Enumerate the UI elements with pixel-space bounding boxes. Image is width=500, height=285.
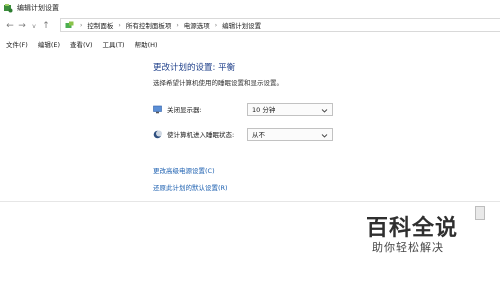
breadcrumb-all-items[interactable]: 所有控制面板项 <box>126 20 172 30</box>
sleep-value: 从不 <box>252 131 265 139</box>
sleep-label: 使计算机进入睡眠状态: <box>167 131 235 139</box>
watermark-subtitle: 助你轻松解决 <box>372 241 444 254</box>
power-options-icon <box>4 4 13 13</box>
control-panel-icon <box>65 21 74 28</box>
recent-dropdown-icon[interactable]: v <box>28 20 40 32</box>
menu-tools[interactable]: 工具(T) <box>103 39 125 49</box>
breadcrumb-edit-plan[interactable]: 编辑计划设置 <box>222 20 261 30</box>
display-off-value: 10 分钟 <box>252 106 276 114</box>
title-bar: 编辑计划设置 <box>0 0 500 16</box>
display-off-label: 关闭显示器: <box>167 106 202 114</box>
menu-view[interactable]: 查看(V) <box>70 39 93 49</box>
menu-bar: 文件(F) 编辑(E) 查看(V) 工具(T) 帮助(H) <box>0 38 500 50</box>
breadcrumb-control-panel[interactable]: 控制面板 <box>87 20 113 30</box>
setting-row-display: 关闭显示器: 10 分钟 <box>153 102 343 116</box>
navigation-bar: ← → v ↑ › 控制面板 › 所有控制面板项 › 电源选项 › 编辑计划设置 <box>0 17 500 35</box>
window-title: 编辑计划设置 <box>17 4 59 12</box>
menu-help[interactable]: 帮助(H) <box>135 39 158 49</box>
address-bar[interactable]: › 控制面板 › 所有控制面板项 › 电源选项 › 编辑计划设置 <box>60 18 500 32</box>
breadcrumb-separator-icon: › <box>176 21 179 29</box>
restore-defaults-link[interactable]: 还原此计划的默认设置(R) <box>153 182 228 192</box>
breadcrumb-separator-icon: › <box>118 21 121 29</box>
menu-file[interactable]: 文件(F) <box>6 39 28 49</box>
forward-arrow-icon[interactable]: → <box>16 20 28 32</box>
moon-icon <box>153 130 162 138</box>
page-title: 更改计划的设置: 平衡 <box>153 63 236 73</box>
breadcrumb-separator-icon: › <box>80 21 83 29</box>
sleep-select[interactable]: 从不 <box>247 127 333 141</box>
divider <box>0 201 500 202</box>
breadcrumb-power-options[interactable]: 电源选项 <box>184 20 210 30</box>
scrollbar-thumb[interactable] <box>475 206 485 220</box>
up-arrow-icon[interactable]: ↑ <box>40 20 52 32</box>
chevron-down-icon <box>321 133 328 138</box>
advanced-power-settings-link[interactable]: 更改高级电源设置(C) <box>153 165 215 175</box>
menu-edit[interactable]: 编辑(E) <box>38 39 60 49</box>
chevron-down-icon <box>321 108 328 113</box>
breadcrumb-separator-icon: › <box>214 21 218 29</box>
monitor-icon <box>153 105 162 113</box>
watermark-title: 百科全说 <box>366 216 459 241</box>
setting-row-sleep: 使计算机进入睡眠状态: 从不 <box>153 127 343 141</box>
back-arrow-icon[interactable]: ← <box>4 20 16 32</box>
page-description: 选择希望计算机使用的睡眠设置和显示设置。 <box>153 79 283 87</box>
display-off-select[interactable]: 10 分钟 <box>247 102 333 116</box>
